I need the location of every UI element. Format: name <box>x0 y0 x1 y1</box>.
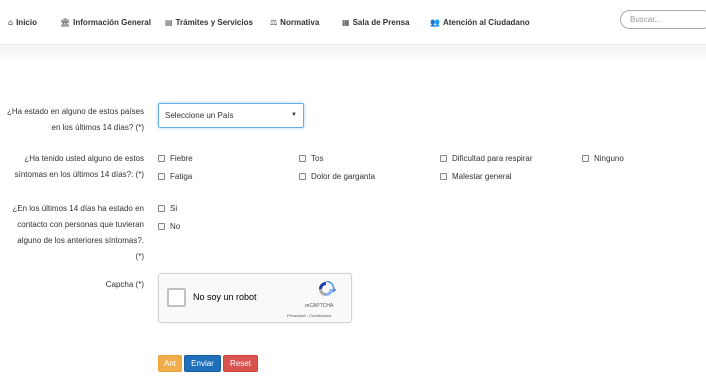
nav-prensa-label: Sala de Prensa <box>352 17 410 27</box>
contact-question-line1: ¿En los últimos 14 días ha estado en <box>12 204 144 213</box>
symptom-fiebre-checkbox[interactable]: Fiebre <box>158 154 193 163</box>
checkbox-icon[interactable] <box>582 155 589 162</box>
country-select-value: Seleccione un País <box>165 111 234 120</box>
recaptcha-terms[interactable]: Privacidad - Condiciones <box>287 313 331 318</box>
symptom-tos-checkbox[interactable]: Tos <box>299 154 323 163</box>
checkbox-icon[interactable] <box>158 155 165 162</box>
nav-atencion-label: Atención al Ciudadano <box>442 17 530 27</box>
symptom-label: Malestar general <box>452 172 512 181</box>
recaptcha-brand: reCAPTCHA <box>305 303 334 309</box>
captcha-label: Capcha (*) <box>106 277 144 293</box>
nav-inicio[interactable]: ⌂ Inicio <box>8 16 37 28</box>
symptom-fatiga-checkbox[interactable]: Fatiga <box>158 172 192 181</box>
contact-yes-label: Si <box>170 204 178 213</box>
nav-normativa[interactable]: ⚖ Normativa <box>270 16 319 28</box>
contact-no-label: No <box>170 222 181 231</box>
symptom-label: Tos <box>311 154 324 163</box>
symptoms-question-label: ¿Ha tenido usted alguno de estos síntoma… <box>15 151 144 183</box>
contact-question-line2: contacto con personas que tuvieran <box>17 220 144 229</box>
checkbox-icon[interactable] <box>158 173 165 180</box>
symptom-ninguno-checkbox[interactable]: Ninguno <box>582 154 624 163</box>
home-icon: ⌂ <box>8 17 14 27</box>
symptom-dificultad-checkbox[interactable]: Dificultad para respirar <box>440 154 532 163</box>
contact-yes-checkbox[interactable]: Si <box>158 204 177 213</box>
top-navbar: ⌂ Inicio 🏛 Información General ▤ Trámite… <box>0 0 706 45</box>
symptom-dolor-garganta-checkbox[interactable]: Dolor de garganta <box>299 172 375 181</box>
countries-question-line2: en los últimos 14 días? (*) <box>51 123 145 132</box>
nav-inicio-label: Inicio <box>16 17 37 27</box>
country-select[interactable]: Seleccione un País ▼ <box>158 103 304 128</box>
checkbox-icon[interactable] <box>158 205 165 212</box>
search-input[interactable]: Buscar... <box>620 10 706 29</box>
symptom-label: Fiebre <box>170 154 193 163</box>
captcha-label-text: Capcha (*) <box>105 280 144 289</box>
recaptcha-widget: No soy un robot reCAPTCHA Privacidad - C… <box>158 273 352 323</box>
previous-button[interactable]: Ant <box>158 355 182 372</box>
recaptcha-text: No soy un robot <box>193 292 257 302</box>
checkbox-icon[interactable] <box>158 223 165 230</box>
nav-tramites[interactable]: ▤ Trámites y Servicios <box>165 16 253 28</box>
checkbox-icon[interactable] <box>440 155 447 162</box>
nav-atencion-ciudadano[interactable]: 👥 Atención al Ciudadano <box>430 16 530 28</box>
nav-tramites-label: Trámites y Servicios <box>175 17 253 27</box>
reset-button[interactable]: Reset <box>223 355 258 372</box>
users-icon: 👥 <box>430 17 440 27</box>
checkbox-icon[interactable] <box>440 173 447 180</box>
countries-question-label: ¿Ha estado en alguno de estos países en … <box>7 104 144 136</box>
nav-sala-prensa[interactable]: ▦ Sala de Prensa <box>342 16 409 28</box>
submit-button[interactable]: Enviar <box>184 355 221 372</box>
checkbox-icon[interactable] <box>299 155 306 162</box>
contact-no-checkbox[interactable]: No <box>158 222 180 231</box>
symptom-label: Dolor de garganta <box>311 172 376 181</box>
symptom-label: Fatiga <box>170 172 193 181</box>
symptoms-question-line1: ¿Ha tenido usted alguno de estos <box>24 154 144 163</box>
header-shadow <box>0 45 706 59</box>
symptom-malestar-checkbox[interactable]: Malestar general <box>440 172 512 181</box>
nav-normativa-label: Normativa <box>280 17 320 27</box>
chevron-down-icon: ▼ <box>291 112 297 118</box>
countries-question-line1: ¿Ha estado en alguno de estos países <box>7 107 144 116</box>
newspaper-icon: ▦ <box>342 17 350 27</box>
contact-question-label: ¿En los últimos 14 días ha estado en con… <box>12 201 144 265</box>
recaptcha-logo-icon <box>319 281 336 296</box>
institution-icon: 🏛 <box>60 17 71 27</box>
recaptcha-checkbox[interactable] <box>167 288 186 307</box>
symptom-label: Dificultad para respirar <box>452 154 533 163</box>
search-placeholder: Buscar... <box>630 15 662 24</box>
checkbox-icon[interactable] <box>299 173 306 180</box>
file-icon: ▤ <box>165 17 173 27</box>
symptoms-question-line2: síntomas en los últimos 14 días?: (*) <box>14 170 144 179</box>
symptom-label: Ninguno <box>594 154 624 163</box>
contact-question-line3: alguno de los anteriores síntomas?. <box>17 236 144 245</box>
nav-informacion-label: Información General <box>73 17 151 27</box>
contact-question-line4: (*) <box>135 252 144 261</box>
nav-informacion-general[interactable]: 🏛 Información General <box>60 16 151 28</box>
scale-icon: ⚖ <box>270 17 278 27</box>
